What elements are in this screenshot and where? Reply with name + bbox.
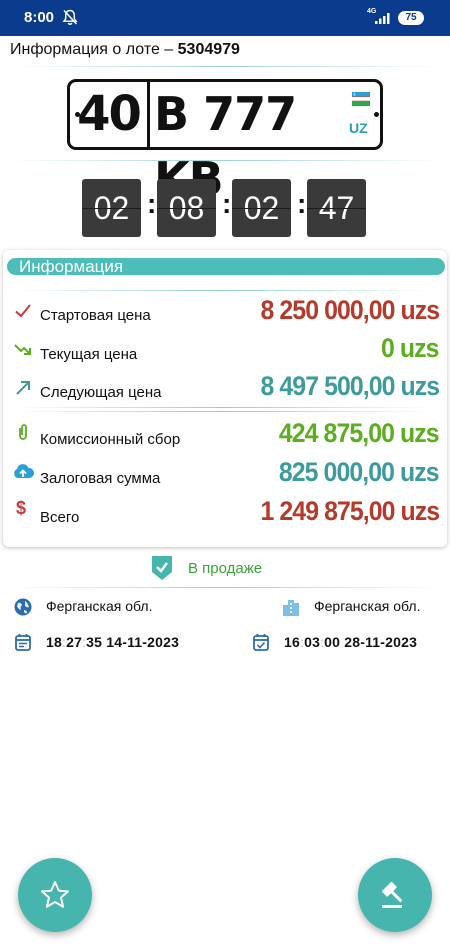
dollar-icon: $ [16,498,27,518]
info-card: Информация Стартовая цена 8 250 000,00 u… [3,250,447,547]
total-value: 1 249 875,00 uzs [260,496,440,526]
gavel-icon [381,881,403,908]
lot-id: 5304979 [177,41,240,58]
status-time: 8:00 [24,9,55,26]
countdown-separator: : [297,188,307,219]
end-date: 28-11-2023 [344,634,418,650]
countdown-hours: 08 [157,179,216,237]
current-price-label: Текущая цена [40,346,138,363]
plate-country-code: UZ [349,120,368,136]
plate-region: 40 [70,82,150,147]
region-right: Ферганская обл. [314,598,421,614]
calendar-icon [15,634,31,651]
region-left: Ферганская обл. [46,598,153,614]
commission-value: 424 875,00 uzs [279,418,440,448]
plate-number: B 777 KB [154,87,297,206]
status-bar: 8:00 4G 75 [0,0,450,36]
deposit-value: 825 000,00 uzs [279,457,440,487]
battery-icon: 75 [398,11,424,25]
arrow-up-right-icon [16,381,30,395]
divider [13,407,433,408]
bell-off-icon [62,9,78,25]
commission-label: Комиссионный сбор [40,431,181,448]
countdown-separator: : [147,188,157,219]
signal-icon [375,13,390,24]
end-second: 00 [324,634,341,650]
end-minute: 03 [304,634,321,650]
start-datetime: 18:27:35 14-11-2023 [46,634,179,650]
star-icon [41,881,69,908]
plate-rivet [374,112,379,117]
globe-icon [14,598,32,616]
cloud-upload-icon [14,464,35,478]
next-price-label: Следующая цена [40,384,162,401]
countdown-seconds: 47 [307,179,366,237]
start-minute: 27 [66,634,83,650]
divider [10,66,440,67]
uzbekistan-flag-icon [352,92,370,106]
start-price-value: 8 250 000,00 uzs [260,295,440,325]
divider [13,290,433,291]
page-title: Информация о лоте – 5304979 [10,41,240,59]
license-plate: 40 B 777 KB UZ [67,79,383,206]
divider [10,587,440,588]
trend-down-icon [14,344,31,355]
shield-check-icon [152,556,172,580]
deposit-label: Залоговая сумма [40,470,161,487]
countdown-minutes: 02 [232,179,291,237]
countdown-days: 02 [82,179,141,237]
paperclip-icon [19,424,27,440]
favorite-button[interactable] [18,858,92,932]
start-price-label: Стартовая цена [40,307,151,324]
place-bid-button[interactable] [358,858,432,932]
page-title-prefix: Информация о лоте – [10,41,178,58]
next-price-value: 8 497 500,00 uzs [260,371,440,401]
start-second: 35 [86,634,103,650]
end-datetime: 16:03:00 28-11-2023 [284,634,417,650]
info-card-title: Информация [7,258,445,275]
countdown-separator: : [222,188,232,219]
divider [10,160,440,161]
city-icon [283,600,299,616]
start-hour: 18 [46,634,62,650]
current-price-value: 0 uzs [381,333,439,363]
total-label: Всего [40,509,80,526]
divider [13,411,433,412]
calendar-check-icon [253,634,269,651]
sale-status-label: В продаже [188,560,263,577]
end-hour: 16 [284,634,300,650]
start-date: 14-11-2023 [106,634,180,650]
check-icon [15,304,31,318]
